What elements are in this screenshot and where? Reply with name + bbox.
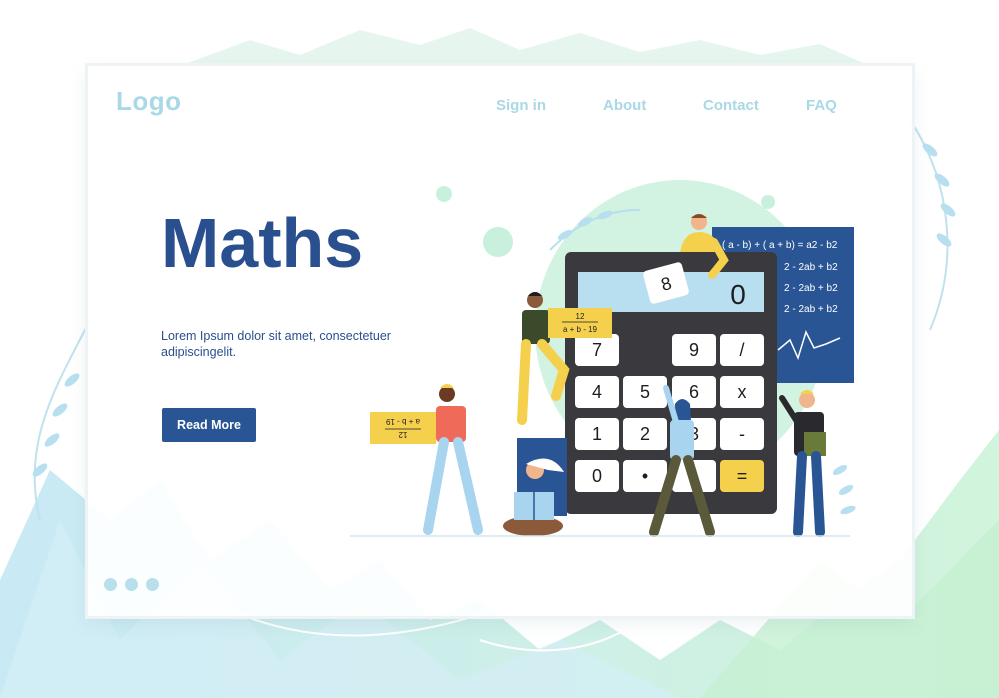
- person-walking: [423, 384, 483, 535]
- top-navigation: Sign in About Contact FAQ: [0, 97, 999, 117]
- hero-title: Maths: [161, 204, 364, 282]
- svg-text:7: 7: [592, 340, 602, 360]
- slider-dots: [104, 578, 159, 591]
- fraction-card-right-denominator: a + b - 19: [563, 325, 598, 334]
- nav-faq[interactable]: FAQ: [806, 97, 837, 114]
- svg-text:6: 6: [689, 382, 699, 402]
- svg-text:=: =: [737, 466, 748, 486]
- board-line-4: 2 - 2ab + b2: [784, 304, 838, 315]
- maths-illustration: ( a - b) + ( a + b) = a2 - b2 2 - 2ab + …: [350, 180, 856, 537]
- svg-text:-: -: [739, 424, 745, 444]
- fraction-card-left-numerator: 12: [398, 430, 407, 439]
- svg-text:0: 0: [592, 466, 602, 486]
- svg-text:5: 5: [640, 382, 650, 402]
- svg-text:x: x: [738, 382, 747, 402]
- calculator-display: 0: [730, 279, 746, 310]
- read-more-button[interactable]: Read More: [162, 408, 256, 442]
- svg-text:2: 2: [640, 424, 650, 444]
- board-line-2: 2 - 2ab + b2: [784, 262, 838, 273]
- svg-text:4: 4: [592, 382, 602, 402]
- slider-dot-2[interactable]: [125, 578, 138, 591]
- svg-text:•: •: [642, 466, 648, 486]
- person-teacher: [779, 390, 826, 537]
- nav-sign-in[interactable]: Sign in: [496, 97, 546, 114]
- fraction-card-left-denominator: a + b - 19: [385, 417, 420, 426]
- nav-contact[interactable]: Contact: [703, 97, 759, 114]
- decor-circle: [436, 186, 452, 202]
- nav-about[interactable]: About: [603, 97, 646, 114]
- board-line-3: 2 - 2ab + b2: [784, 283, 838, 294]
- slider-dot-1[interactable]: [104, 578, 117, 591]
- slider-dot-3[interactable]: [146, 578, 159, 591]
- decor-circle: [761, 195, 775, 209]
- board-line-1: ( a - b) + ( a + b) = a2 - b2: [722, 240, 838, 251]
- fraction-card-right-numerator: 12: [576, 312, 585, 321]
- svg-text:1: 1: [592, 424, 602, 444]
- svg-text:/: /: [739, 340, 744, 360]
- svg-text:9: 9: [689, 340, 699, 360]
- decor-circle: [483, 227, 513, 257]
